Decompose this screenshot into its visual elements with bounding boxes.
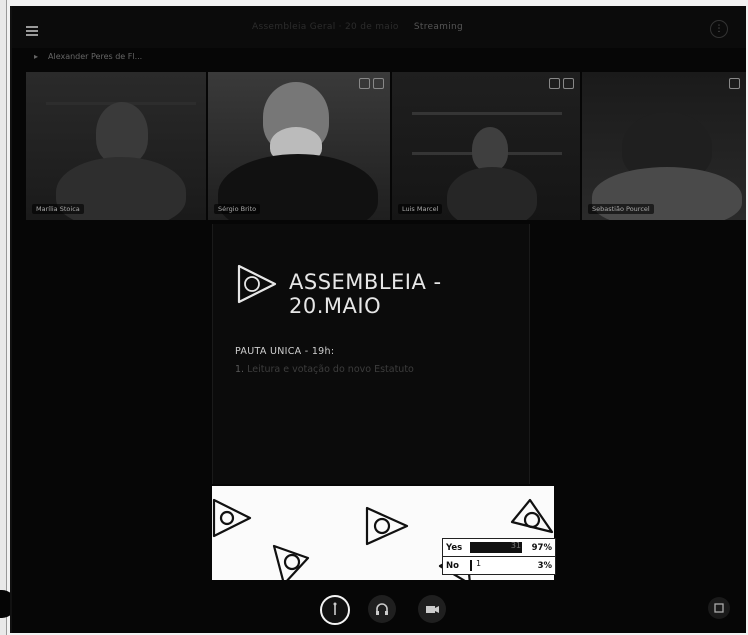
meeting-title-text: Assembleia Geral · 20 de maio — [252, 22, 399, 32]
agenda-item-number: 1. — [235, 364, 245, 375]
presentation-slide: ASSEMBLEIA - 20.MAIO PAUTA UNICA - 19h: … — [212, 224, 530, 484]
poll-no-fill — [470, 560, 472, 571]
poll-results: Yes 31 97% No 1 3% — [442, 538, 556, 575]
poll-row-no: No 1 3% — [443, 557, 555, 574]
streaming-label: Streaming — [413, 22, 464, 32]
poll-no-count: 1 — [476, 559, 482, 568]
meeting-title: Assembleia Geral · 20 de maio Streaming — [252, 22, 463, 32]
agenda-title: PAUTA UNICA - 19h: — [235, 346, 335, 357]
video-tile[interactable]: Luis Marcel — [392, 72, 580, 220]
headphones-icon[interactable] — [368, 595, 396, 623]
participant-face — [96, 102, 148, 164]
poll-no-bar: 1 — [470, 559, 524, 571]
conference-app: Assembleia Geral · 20 de maio Streaming … — [10, 6, 746, 633]
video-tile[interactable]: Sebastião Pourcel — [582, 72, 746, 220]
window-icon[interactable] — [708, 597, 730, 619]
slide-heading: ASSEMBLEIA - 20.MAIO — [289, 270, 442, 318]
participant-name: Luis Marcel — [398, 204, 443, 214]
pin-icon[interactable] — [359, 78, 370, 89]
hand-icon[interactable] — [320, 595, 350, 625]
top-bar: Assembleia Geral · 20 de maio Streaming … — [12, 6, 746, 48]
tile-controls — [359, 78, 384, 89]
expand-icon[interactable] — [373, 78, 384, 89]
expand-icon[interactable] — [563, 78, 574, 89]
user-bar: ▸ Alexander Peres de Fl... — [12, 48, 746, 70]
participant-name: Sebastião Pourcel — [588, 204, 654, 214]
assembleia-logo-icon — [237, 264, 277, 304]
agenda-item-text: Leitura e votação do novo Estatuto — [247, 364, 414, 375]
video-tile[interactable]: Sérgio Brito — [208, 72, 390, 220]
current-user-name: Alexander Peres de Fl... — [48, 52, 143, 61]
video-strip: Marília Stoica Sérgio Brito Luis Marcel … — [26, 72, 746, 220]
poll-no-percent: 3% — [537, 560, 552, 571]
poll-yes-label: Yes — [446, 542, 463, 553]
tile-controls — [729, 78, 740, 89]
expand-icon[interactable] — [729, 78, 740, 89]
participant-face — [472, 127, 508, 171]
participant-name: Sérgio Brito — [214, 204, 261, 214]
participant-body — [447, 167, 537, 220]
control-bar — [12, 585, 746, 633]
options-icon[interactable]: ⋮ — [710, 20, 728, 38]
participant-name: Marília Stoica — [32, 204, 84, 214]
poll-yes-count: 31 — [510, 541, 521, 550]
camera-icon[interactable] — [418, 595, 446, 623]
left-edge — [0, 0, 7, 635]
poll-no-label: No — [446, 560, 459, 571]
pin-icon[interactable] — [549, 78, 560, 89]
collapse-icon[interactable]: ▸ — [34, 52, 38, 61]
poll-yes-percent: 97% — [531, 542, 552, 553]
video-tile[interactable]: Marília Stoica — [26, 72, 206, 220]
menu-icon[interactable] — [26, 24, 38, 36]
poll-yes-bar: 31 — [470, 541, 524, 553]
tile-controls — [549, 78, 574, 89]
agenda-item: 1. Leitura e votação do novo Estatuto — [235, 364, 414, 375]
poll-row-yes: Yes 31 97% — [443, 539, 555, 557]
